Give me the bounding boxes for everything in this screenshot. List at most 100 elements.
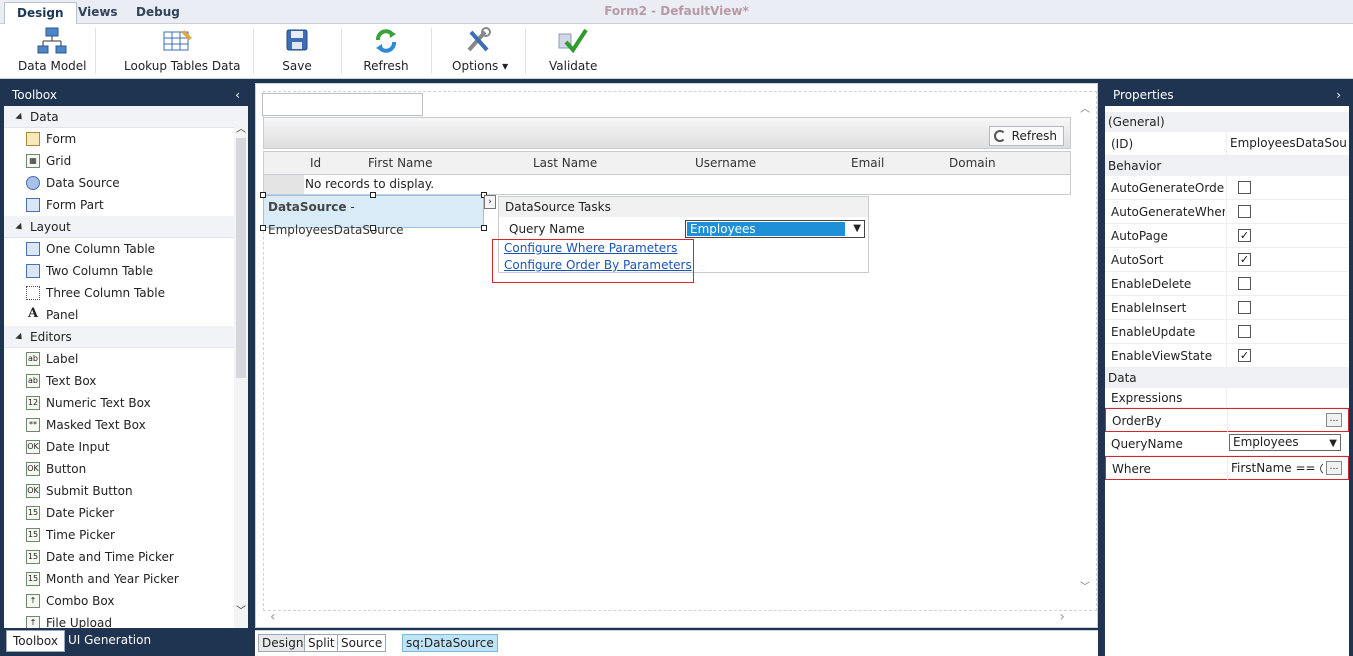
tab-views[interactable]: Views [66,2,130,24]
save-button[interactable]: Save [278,26,316,76]
column-header-last-name[interactable]: Last Name [533,156,597,170]
numeric-textbox-icon: 12 [26,395,40,410]
datasource-control[interactable]: DataSource - EmployeesDataSource [263,195,484,237]
property-checkbox[interactable] [1238,181,1251,194]
toolbox-group-editors[interactable]: Editors [4,326,248,348]
toolbox-item-masked-text-box[interactable]: ** Masked Text Box [4,414,248,436]
expand-properties-icon[interactable]: › [1336,85,1341,105]
tab-toolbox[interactable]: Toolbox [6,630,65,652]
column-header-email[interactable]: Email [851,156,884,170]
configure-where-link[interactable]: Configure Where Parameters [504,241,677,255]
toolbox-item-form[interactable]: Form [4,128,248,150]
query-name-select[interactable]: Employees ▼ [685,220,865,238]
property-row-id[interactable]: (ID) EmployeesDataSource [1105,132,1349,156]
toolbox-scrollbar[interactable]: ︿ ﹀ [234,118,248,628]
property-row-queryname[interactable]: QueryName Employees ▼ [1105,432,1349,456]
grid-search-input[interactable] [262,93,423,116]
scroll-thumb[interactable] [236,138,246,378]
resize-handle[interactable] [481,225,487,231]
property-checkbox[interactable] [1238,205,1251,218]
tab-split-view[interactable]: Split [304,634,339,652]
ribbon-separator [253,28,254,74]
tab-source-view[interactable]: Source [337,634,387,652]
column-header-id[interactable]: Id [310,156,321,170]
toolbox-item-file-upload[interactable]: ↑ File Upload [4,612,248,628]
property-row-enableinsert[interactable]: EnableInsert [1105,296,1349,320]
property-row-enabledelete[interactable]: EnableDelete [1105,272,1349,296]
property-row-where[interactable]: Where FirstName == @FirstName… [1105,456,1349,480]
scroll-up-icon[interactable]: ︿ [1080,100,1090,115]
property-checkbox[interactable] [1238,301,1251,314]
property-value[interactable]: FirstName == @FirstName [1227,457,1323,480]
refresh-icon [370,26,402,56]
toolbox-item-date-time-picker[interactable]: 15 Date and Time Picker [4,546,248,568]
toolbox-item-panel[interactable]: A Panel [4,304,248,326]
toolbox-item-time-picker[interactable]: 15 Time Picker [4,524,248,546]
column-header-username[interactable]: Username [695,156,756,170]
resize-handle[interactable] [260,192,266,198]
property-value[interactable]: EmployeesDataSource [1226,132,1348,155]
tab-design-view[interactable]: Design [258,634,308,652]
toolbox-item-month-year-picker[interactable]: 15 Month and Year Picker [4,568,248,590]
toolbox-item-grid[interactable]: ▦ Grid [4,150,248,172]
scroll-down-icon[interactable]: ﹀ [1080,578,1090,593]
property-row-autogenerateorderbyclause[interactable]: AutoGenerateOrderByClause [1105,176,1349,200]
toolbox-group-data[interactable]: Data [4,106,248,128]
toolbox-item-text-box[interactable]: ab Text Box [4,370,248,392]
toolbox-item-submit-button[interactable]: OK Submit Button [4,480,248,502]
property-row-enableviewstate[interactable]: EnableViewState ✓ [1105,344,1349,368]
property-row-autopage[interactable]: AutoPage ✓ [1105,224,1349,248]
toolbox-group-layout[interactable]: Layout [4,216,248,238]
queryname-select[interactable]: Employees ▼ [1229,434,1341,451]
options-dropdown-button[interactable]: Options ▾ [452,26,508,76]
property-row-autosort[interactable]: AutoSort ✓ [1105,248,1349,272]
resize-handle[interactable] [260,225,266,231]
toolbox-item-combo-box[interactable]: ↑ Combo Box [4,590,248,612]
ellipsis-button[interactable]: … [1326,461,1342,475]
scroll-down-icon[interactable]: ﹀ [234,602,248,617]
property-value[interactable] [1226,388,1348,407]
scroll-up-icon[interactable]: ︿ [234,120,248,135]
designer-horizontal-scrollbar[interactable]: ‹ › [270,609,1065,625]
group-label: Editors [30,330,72,344]
toolbox-item-button[interactable]: OK Button [4,458,248,480]
column-header-domain[interactable]: Domain [949,156,996,170]
toolbox-item-date-input[interactable]: OK Date Input [4,436,248,458]
scroll-right-icon[interactable]: › [1059,609,1065,625]
toolbox-item-label[interactable]: ab Label [4,348,248,370]
designer-vertical-scrollbar[interactable]: ︿ ﹀ [1080,100,1092,595]
lookup-tables-button[interactable]: Lookup Tables Data [124,26,241,76]
item-label: Button [46,462,87,476]
property-row-enableupdate[interactable]: EnableUpdate [1105,320,1349,344]
ellipsis-button[interactable]: … [1326,413,1342,427]
grid-refresh-button[interactable]: Refresh [988,126,1064,146]
property-checkbox[interactable] [1238,325,1251,338]
toolbox-item-one-column-table[interactable]: One Column Table [4,238,248,260]
resize-handle[interactable] [370,192,376,198]
validate-button[interactable]: Validate [549,26,597,76]
configure-orderby-link[interactable]: Configure Order By Parameters [504,258,692,272]
smart-tag-chevron-icon[interactable]: › [484,195,496,209]
property-checkbox[interactable]: ✓ [1238,253,1251,266]
collapse-toolbox-icon[interactable]: ‹ [235,85,240,105]
data-model-button[interactable]: Data Model [18,26,87,76]
toolbox-item-three-column-table[interactable]: Three Column Table [4,282,248,304]
toolbox-item-numeric-text-box[interactable]: 12 Numeric Text Box [4,392,248,414]
tab-debug[interactable]: Debug [124,2,192,24]
refresh-button[interactable]: Refresh [362,26,410,76]
toolbox-item-data-source[interactable]: Data Source [4,172,248,194]
element-breadcrumb[interactable]: sq:DataSource [402,634,498,652]
property-row-autogeneratewhereclause[interactable]: AutoGenerateWhereClause [1105,200,1349,224]
resize-handle[interactable] [370,225,376,231]
property-row-expressions[interactable]: Expressions [1105,388,1349,408]
toolbox-item-two-column-table[interactable]: Two Column Table [4,260,248,282]
property-checkbox[interactable]: ✓ [1238,349,1251,362]
property-checkbox[interactable]: ✓ [1238,229,1251,242]
toolbox-item-form-part[interactable]: Form Part [4,194,248,216]
tab-ui-generation[interactable]: UI Generation [62,630,157,652]
property-checkbox[interactable] [1238,277,1251,290]
scroll-left-icon[interactable]: ‹ [270,609,276,625]
toolbox-item-date-picker[interactable]: 15 Date Picker [4,502,248,524]
column-header-first-name[interactable]: First Name [368,156,432,170]
property-row-orderby[interactable]: OrderBy… [1105,408,1349,432]
